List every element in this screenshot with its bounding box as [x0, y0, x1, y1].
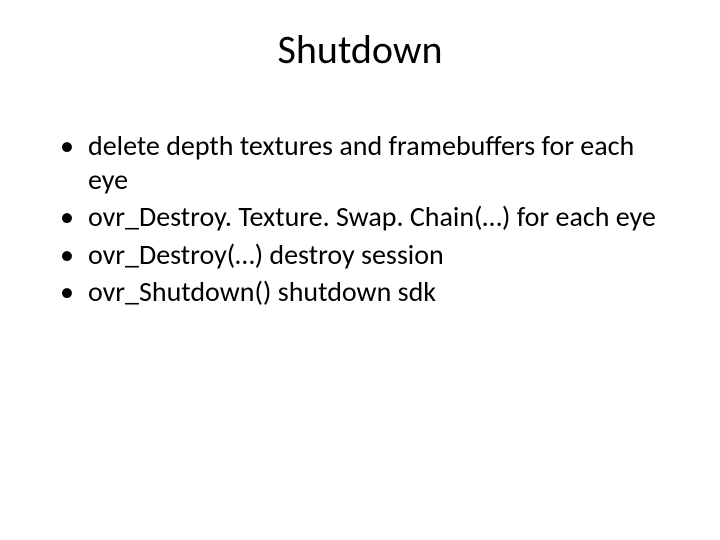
bullet-list: delete depth textures and framebuffers f…	[60, 129, 670, 309]
slide: Shutdown delete depth textures and frame…	[0, 0, 720, 540]
list-item: ovr_Destroy. Texture. Swap. Chain(…) for…	[60, 200, 670, 234]
list-item: ovr_Shutdown() shutdown sdk	[60, 275, 670, 309]
list-item: delete depth textures and framebuffers f…	[60, 129, 670, 196]
list-item: ovr_Destroy(…) destroy session	[60, 238, 670, 272]
slide-title: Shutdown	[50, 25, 670, 74]
